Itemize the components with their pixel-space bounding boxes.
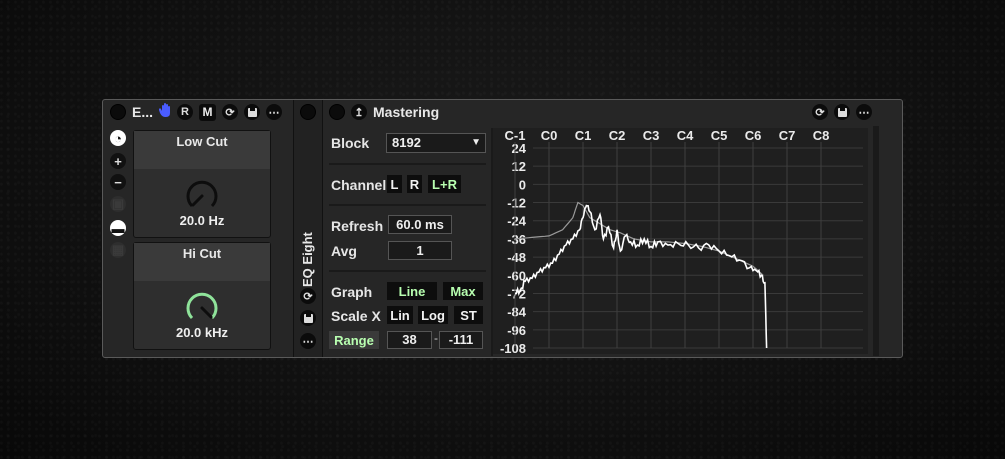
analyzer-save-icon[interactable] [834,104,850,120]
y-tick-label: -96 [507,323,526,338]
analyzer-title[interactable]: Mastering [373,104,439,120]
scale-x-label: Scale X [331,308,381,324]
x-tick-label: C-1 [505,128,526,143]
right-edge-bar [873,126,879,356]
x-tick-label: C7 [779,128,796,143]
spectrum-svg: 24120-12-24-36-48-60-72-84-96-108C-1 C0 C1… [500,128,863,354]
remove-button[interactable]: − [110,174,126,190]
hot-swap-icon[interactable]: ⟳ [222,104,239,120]
hi-cut-knob-box: Hi Cut 20.0 kHz [133,242,271,350]
device-power-button[interactable] [110,104,126,120]
strip-save-icon[interactable] [300,310,316,326]
x-tick-label: C0 [541,128,558,143]
scale-lin-button[interactable]: Lin [387,306,413,324]
block-dropdown[interactable]: 8192 ▼ [386,133,486,153]
hi-cut-title: Hi Cut [134,243,270,281]
r-button[interactable]: R [177,104,194,120]
x-tick-label: C8 [813,128,830,143]
analyzer-swap-icon[interactable]: ⟳ [812,104,828,120]
refresh-field[interactable]: 60.0 ms [388,215,452,234]
avg-field[interactable]: 1 [388,241,452,260]
graph-line-button[interactable]: Line [387,282,437,300]
low-cut-knob[interactable] [184,178,220,214]
y-tick-label: -108 [500,341,526,354]
device-title-strip: EQ Eight ⟳ ⋯ [293,100,323,357]
y-tick-label: -12 [507,196,526,211]
x-tick-label: C5 [711,128,728,143]
range-min-field[interactable]: 38 [387,331,432,349]
separator-3 [329,270,486,272]
refresh-label: Refresh [331,218,384,234]
analyzer-more-icon[interactable]: ⋯ [856,104,872,120]
range-dash: - [434,331,438,345]
analyzer-toggle-button[interactable] [329,104,345,120]
x-tick-label: C6 [745,128,762,143]
eq-mode-icon[interactable]: ◔ [110,130,126,146]
graph-max-button[interactable]: Max [443,282,483,300]
low-cut-value: 20.0 Hz [179,213,225,228]
dropdown-arrow-icon: ▼ [471,137,481,148]
separator-2 [329,204,486,206]
eq-title[interactable]: E... [132,104,153,120]
block-label: Block [331,135,370,151]
y-tick-label: -48 [507,250,526,265]
range-button[interactable]: Range [329,331,379,349]
eq-eight-panel: E... R M ⟳ ⋯ ◔ + − ▣ ▬ ▦ Low Cut 20.0 Hz… [103,100,293,357]
channel-lr-button[interactable]: L+R [428,175,461,193]
hi-cut-knob[interactable] [184,290,220,326]
x-tick-label: C1 [575,128,592,143]
channel-label: Channel [331,177,387,193]
avg-label: Avg [331,243,357,259]
upload-icon[interactable]: ↥ [351,104,367,120]
y-tick-label: 24 [512,141,527,156]
scale-log-button[interactable]: Log [418,306,448,324]
graph-label: Graph [331,284,373,300]
y-tick-label: 12 [512,159,526,174]
strip-swap-icon[interactable]: ⟳ [300,288,316,304]
collapse-icon[interactable]: ▬ [110,220,126,236]
range-max-field[interactable]: -111 [439,331,483,349]
block-value: 8192 [392,135,421,150]
low-cut-title: Low Cut [134,131,270,169]
hand-icon[interactable] [158,102,173,123]
grid-icon: ▦ [110,242,126,258]
analyzer-power-button[interactable] [300,104,316,120]
hi-cut-value: 20.0 kHz [175,325,229,340]
spectrum-analyzer-panel: ↥ Mastering ⟳ ⋯ Block 8192 ▼ Channel L R… [321,100,902,357]
more-options-icon[interactable]: ⋯ [266,104,283,120]
y-tick-label: -24 [507,214,527,229]
x-tick-label: C4 [677,128,694,143]
low-cut-knob-box: Low Cut 20.0 Hz [133,130,271,238]
y-tick-label: 0 [519,177,526,192]
channel-l-button[interactable]: L [387,175,402,193]
x-tick-label: C2 [609,128,626,143]
m-button[interactable]: M [199,103,217,121]
scale-st-button[interactable]: ST [454,306,483,324]
separator-1 [329,163,486,165]
channel-r-button[interactable]: R [407,175,422,193]
spectrum-line-series [515,204,768,349]
strip-more-icon[interactable]: ⋯ [300,333,316,349]
analyzer-header: ↥ Mastering ⟳ ⋯ [321,100,902,124]
eq-header: E... R M ⟳ ⋯ [103,100,293,124]
x-tick-label: C3 [643,128,660,143]
device-rack: E... R M ⟳ ⋯ ◔ + − ▣ ▬ ▦ Low Cut 20.0 Hz… [102,99,903,358]
eq-eight-vertical-label[interactable]: EQ Eight [300,230,316,290]
add-button[interactable]: + [110,153,126,169]
save-icon[interactable] [244,104,261,120]
spectrum-graph[interactable]: 24 12 0 -12 -24 -36 -48 -60 -72 -84 -96 -108 C-1 C0 C1… [493,128,868,354]
y-tick-label: -84 [507,305,527,320]
y-tick-label: -36 [507,232,526,247]
camera-icon: ▣ [110,196,126,212]
